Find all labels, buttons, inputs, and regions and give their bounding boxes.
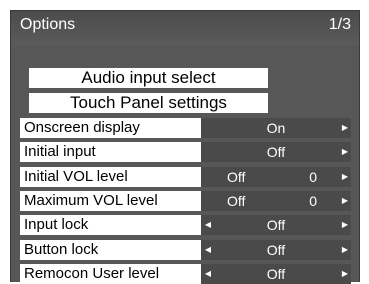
setting-value-selector[interactable]: Off 0 ▶ [201,191,351,211]
setting-label: Maximum VOL level [24,192,158,209]
setting-value: Off [227,169,246,185]
setting-value: Off [266,242,286,258]
right-triangle-icon[interactable]: ▶ [340,142,350,162]
setting-value: Off [227,193,246,209]
setting-value-selector[interactable]: ◀ Off ▶ [201,264,351,284]
setting-label: Initial input [24,143,96,160]
right-triangle-icon[interactable]: ▶ [340,191,350,211]
setting-number: 0 [309,193,317,209]
setting-row[interactable]: Onscreen display On ▶ [20,118,351,138]
right-triangle-icon[interactable]: ▶ [340,240,350,260]
setting-value: Off [266,266,286,282]
title-bar: Options 1/3 [11,11,359,45]
page-indicator: 1/3 [328,16,351,33]
setting-value-selector[interactable]: ◀ Off ▶ [201,240,351,260]
setting-label: Onscreen display [24,119,140,136]
setting-value-selector[interactable]: On ▶ [201,118,351,138]
setting-row[interactable]: Initial VOL level Off 0 ▶ [20,167,351,187]
setting-row[interactable]: Maximum VOL level Off 0 ▶ [20,191,351,211]
setting-row[interactable]: Input lock ◀ Off ▶ [20,215,351,235]
right-triangle-icon[interactable]: ▶ [340,118,350,138]
setting-label: Button lock [24,241,99,258]
setting-label: Remocon User level [24,265,160,282]
setting-value-selector[interactable]: Off 0 ▶ [201,167,351,187]
setting-value-selector[interactable]: Off ▶ [201,142,351,162]
setting-value-selector[interactable]: ◀ Off ▶ [201,215,351,235]
touch-panel-settings-button[interactable]: Touch Panel settings [29,93,268,113]
right-triangle-icon[interactable]: ▶ [340,264,350,284]
setting-value: Off [266,144,286,160]
right-triangle-icon[interactable]: ▶ [340,215,350,235]
setting-number: 0 [309,169,317,185]
setting-label: Initial VOL level [24,168,128,185]
window-title: Options [20,16,76,33]
audio-input-select-button[interactable]: Audio input select [29,68,268,88]
right-triangle-icon[interactable]: ▶ [340,167,350,187]
setting-value: On [266,120,286,136]
options-window: Options 1/3 Audio input select Touch Pan… [10,10,360,284]
setting-row[interactable]: Initial input Off ▶ [20,142,351,162]
setting-row[interactable]: Button lock ◀ Off ▶ [20,240,351,260]
setting-row[interactable]: Remocon User level ◀ Off ▶ [20,264,351,284]
setting-label: Input lock [24,216,89,233]
setting-value: Off [266,217,286,233]
